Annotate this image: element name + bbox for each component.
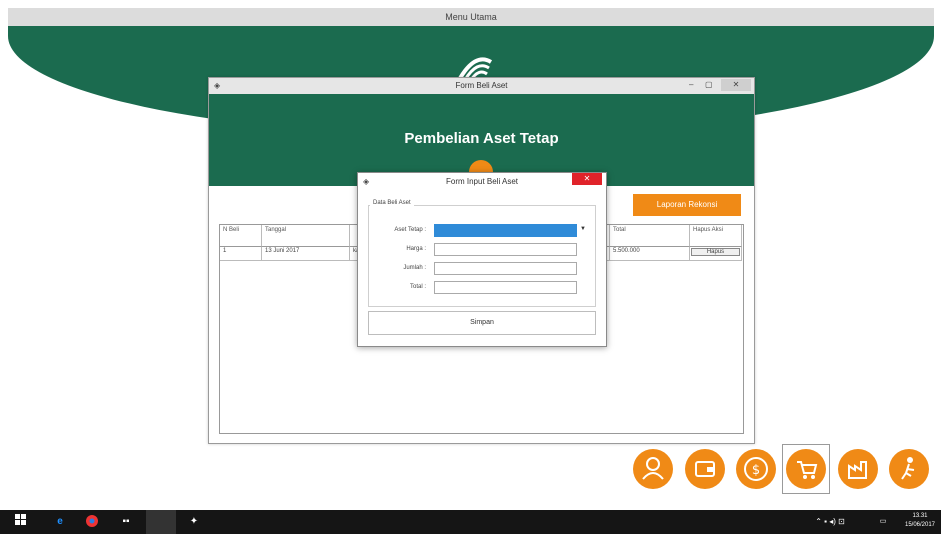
clock-time: 13.31 bbox=[912, 513, 928, 519]
main-window-titlebar: Menu Utama bbox=[8, 8, 934, 26]
exit-icon[interactable] bbox=[889, 449, 929, 489]
user-icon[interactable] bbox=[633, 449, 673, 489]
edge-browser-icon[interactable]: e bbox=[52, 514, 68, 530]
taskbar-clock[interactable]: 13.31 15/06/2017 bbox=[903, 512, 937, 530]
cell-total[interactable]: 5.500.000 bbox=[610, 247, 690, 261]
column-header-aksi[interactable]: Hapus Aksi bbox=[690, 225, 742, 247]
svg-text:$: $ bbox=[752, 463, 760, 478]
dollar-icon[interactable]: $ bbox=[736, 449, 776, 489]
form-heading: Pembelian Aset Tetap bbox=[404, 130, 559, 147]
harga-input[interactable] bbox=[434, 243, 577, 256]
group-label: Data Beli Aset bbox=[370, 200, 414, 206]
cell-tanggal[interactable]: 13 Juni 2017 bbox=[262, 247, 350, 261]
column-header-no[interactable]: N Beli bbox=[220, 225, 262, 247]
visual-studio-icon[interactable]: ✦ bbox=[186, 514, 202, 530]
close-button[interactable]: ✕ bbox=[721, 79, 751, 91]
cell-no[interactable]: 1 bbox=[220, 247, 262, 261]
factory-icon[interactable] bbox=[838, 449, 878, 489]
aset-tetap-label: Aset Tetap : bbox=[394, 227, 426, 233]
dialog-close-button[interactable]: ✕ bbox=[572, 173, 602, 185]
banner-text-left: M bbox=[185, 136, 196, 151]
cart-icon[interactable] bbox=[786, 449, 826, 489]
column-header-tanggal[interactable]: Tanggal bbox=[262, 225, 350, 247]
aset-tetap-select[interactable] bbox=[434, 224, 577, 237]
minimize-button[interactable]: – bbox=[689, 80, 693, 89]
form-title: Form Beli Aset bbox=[455, 81, 508, 90]
system-tray-icons[interactable]: ⌃ ▪ ◂) ⊡ bbox=[795, 514, 865, 530]
banner-text-right-bottom: Lestari bbox=[750, 138, 793, 153]
maximize-button[interactable]: ▢ bbox=[705, 80, 713, 89]
input-indicator-icon[interactable]: ▭ bbox=[872, 514, 894, 530]
simpan-button[interactable]: Simpan bbox=[368, 311, 596, 335]
dialog-title: Form Input Beli Aset bbox=[445, 177, 519, 186]
chevron-down-icon[interactable]: ▼ bbox=[580, 226, 586, 232]
wallet-icon[interactable] bbox=[685, 449, 725, 489]
windows-start-icon[interactable] bbox=[14, 514, 28, 530]
app-icon[interactable]: ▪▪ bbox=[116, 514, 136, 530]
input-beli-aset-dialog: ◈ Form Input Beli Aset ✕ Data Beli Aset … bbox=[357, 172, 607, 347]
chrome-icon[interactable] bbox=[84, 514, 100, 530]
jumlah-label: Jumlah : bbox=[403, 265, 426, 271]
hapus-button[interactable]: Hapus bbox=[691, 248, 740, 256]
active-app-icon[interactable] bbox=[146, 510, 176, 534]
total-input[interactable] bbox=[434, 281, 577, 294]
laporan-button[interactable]: Laporan Rekonsi bbox=[633, 194, 741, 216]
form-titlebar: ◈ Form Beli Aset – ▢ ✕ bbox=[209, 78, 754, 95]
windows-taskbar: e ▪▪ ✦ ⌃ ▪ ◂) ⊡ ▭ 13.31 15/06/2017 bbox=[0, 510, 941, 534]
total-label: Total : bbox=[409, 284, 426, 290]
column-header-total[interactable]: Total bbox=[610, 225, 690, 247]
clock-date: 15/06/2017 bbox=[904, 522, 936, 528]
cell-aksi: Hapus bbox=[690, 247, 742, 261]
harga-label: Harga : bbox=[406, 246, 426, 252]
jumlah-input[interactable] bbox=[434, 262, 577, 275]
banner-text-right-top: n bbox=[755, 120, 763, 135]
